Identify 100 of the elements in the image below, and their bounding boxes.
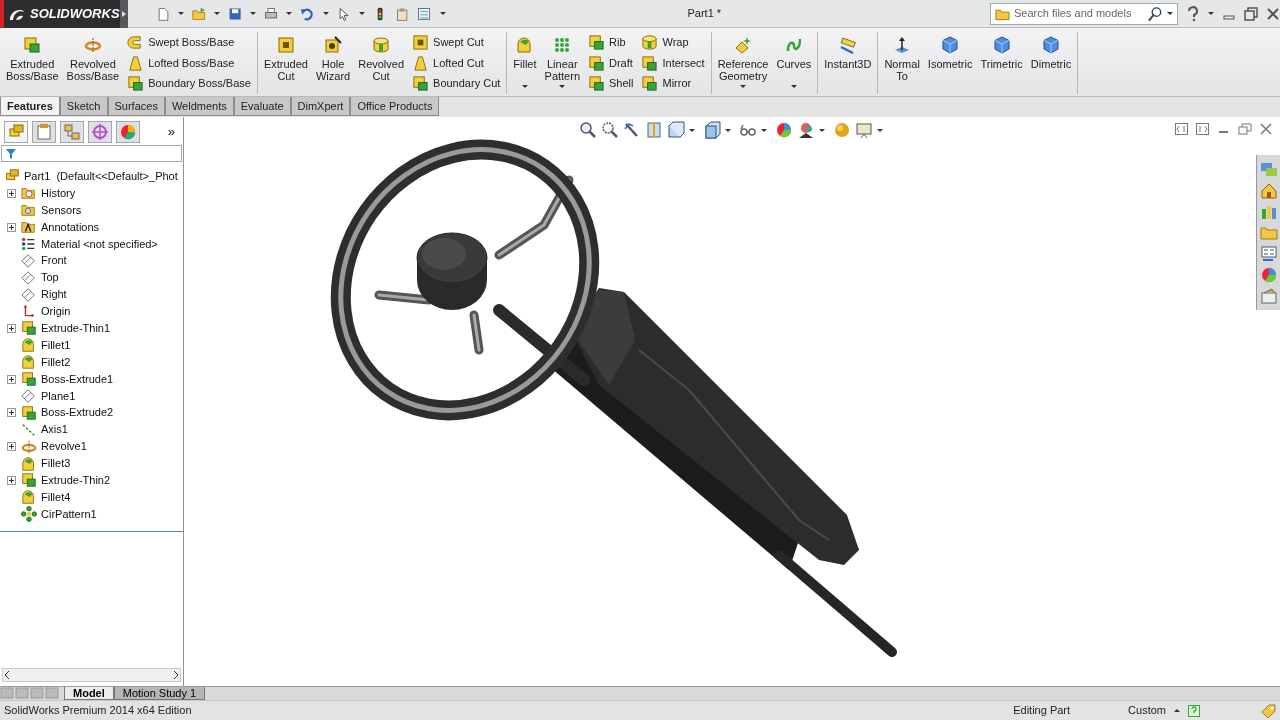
tree-item[interactable]: History <box>41 185 76 201</box>
expand-icon[interactable] <box>7 323 16 333</box>
scroll-left-icon[interactable] <box>3 670 11 680</box>
tree-item[interactable]: Extrude-Thin2 <box>41 472 111 488</box>
panel-tab[interactable] <box>88 121 112 143</box>
search-box[interactable]: Search files and models <box>990 2 1178 25</box>
more-tabs-button[interactable]: » <box>167 122 175 142</box>
help-icon[interactable] <box>1188 704 1200 717</box>
ribbon-button[interactable]: Draft <box>586 52 636 74</box>
tree-item[interactable]: Sensors <box>41 202 82 218</box>
horizontal-scrollbar[interactable] <box>2 668 181 682</box>
ribbon-button[interactable]: Normal To <box>882 32 922 92</box>
command-tab[interactable]: Evaluate <box>233 97 291 116</box>
ribbon-button[interactable]: Boundary Cut <box>410 73 503 94</box>
ribbon-button[interactable]: Reference Geometry <box>715 32 771 92</box>
ribbon-button[interactable]: Linear Pattern <box>542 32 582 92</box>
ribbon-button[interactable]: Isometric <box>925 32 975 92</box>
caret-icon[interactable] <box>725 128 731 132</box>
tree-item[interactable]: Boss-Extrude1 <box>41 371 114 387</box>
ribbon-button[interactable]: Lofted Cut <box>410 52 503 74</box>
search-field[interactable]: Search files and models <box>1014 5 1144 22</box>
ribbon-button[interactable]: Wrap <box>639 32 707 53</box>
expand-icon[interactable] <box>7 222 16 232</box>
tag-icon[interactable] <box>1260 702 1276 719</box>
tree-item[interactable]: Top <box>41 270 59 286</box>
ribbon-button[interactable]: Shell <box>586 73 636 94</box>
zoom-fit-icon[interactable] <box>579 121 597 139</box>
caret-icon[interactable] <box>177 12 184 15</box>
tree-item[interactable]: Annotations <box>41 219 100 235</box>
caret-icon[interactable] <box>521 85 528 88</box>
units-selector[interactable]: Custom <box>1128 702 1166 719</box>
panel-tab[interactable] <box>4 121 28 143</box>
display-settings-icon[interactable] <box>855 121 873 139</box>
ribbon-button[interactable]: Revolved Boss/Base <box>64 32 122 92</box>
ribbon-button[interactable]: Hole Wizard <box>313 32 353 92</box>
tree-item[interactable]: Plane1 <box>41 388 76 404</box>
tree-item[interactable]: Right <box>41 287 67 303</box>
filter-field[interactable] <box>1 145 182 162</box>
command-tab[interactable]: Surfaces <box>107 97 165 116</box>
search-icon[interactable] <box>1148 5 1163 22</box>
tree-item[interactable]: Part1 (Default<<Default>_Phot <box>4 168 183 185</box>
command-tab[interactable]: Features <box>0 97 60 116</box>
caret-icon[interactable] <box>1167 12 1173 15</box>
caret-icon[interactable] <box>214 12 220 15</box>
expand-icon[interactable] <box>7 475 16 485</box>
tree-item[interactable]: Fillet4 <box>41 489 71 505</box>
tree-item[interactable]: Axis1 <box>41 422 68 438</box>
zoom-area-icon[interactable] <box>601 121 619 139</box>
caret-icon[interactable] <box>439 12 446 15</box>
ribbon-button[interactable]: Rib <box>586 32 636 53</box>
tree-item[interactable]: Fillet1 <box>41 337 71 353</box>
command-tab[interactable]: Sketch <box>59 97 108 116</box>
tree-item[interactable]: Boss-Extrude2 <box>41 405 114 421</box>
tree-item[interactable]: Extrude-Thin1 <box>41 320 111 336</box>
ribbon-button[interactable]: Extruded Boss/Base <box>4 32 61 92</box>
tree-item[interactable]: Fillet2 <box>41 354 71 370</box>
caret-icon[interactable] <box>250 12 257 15</box>
close-icon[interactable] <box>1260 123 1272 135</box>
caret-icon[interactable] <box>790 85 797 88</box>
expand-icon[interactable] <box>7 408 16 418</box>
ribbon-button[interactable]: Trimetric <box>978 32 1025 92</box>
ribbon-button[interactable]: Extruded Cut <box>261 32 310 92</box>
command-tab[interactable]: Office Products <box>350 97 440 116</box>
ribbon-button[interactable]: Swept Cut <box>410 32 503 53</box>
caret-icon[interactable] <box>286 12 293 15</box>
tree-item[interactable]: CirPattern1 <box>41 506 97 522</box>
caret-icon[interactable] <box>740 85 747 88</box>
ribbon-button[interactable]: Dimetric <box>1028 32 1074 92</box>
ribbon-button[interactable]: Instant3D <box>822 32 874 92</box>
ribbon-button[interactable]: Swept Boss/Base <box>125 32 253 53</box>
panel-tab[interactable] <box>32 121 56 143</box>
caret-icon[interactable] <box>322 12 329 15</box>
split-view-icon[interactable] <box>1175 123 1188 135</box>
ribbon-button[interactable]: Fillet <box>511 32 539 92</box>
panel-tab[interactable] <box>60 121 84 143</box>
ribbon-button[interactable]: Lofted Boss/Base <box>125 52 253 74</box>
scene-icon[interactable] <box>797 121 815 139</box>
model-tab[interactable]: Motion Study 1 <box>113 687 206 700</box>
help-icon[interactable] <box>1186 5 1200 22</box>
scroll-right-icon[interactable] <box>172 670 180 680</box>
caret-icon[interactable] <box>358 12 365 15</box>
tree-item[interactable]: Front <box>41 253 67 269</box>
command-tab[interactable]: DimXpert <box>290 97 351 116</box>
caret-icon[interactable] <box>761 128 767 132</box>
caret-icon[interactable] <box>877 128 883 132</box>
ribbon-button[interactable]: Intersect <box>639 52 707 74</box>
tree-item[interactable]: Fillet3 <box>41 456 71 472</box>
expand-arrow-icon[interactable] <box>119 8 128 19</box>
expand-icon[interactable] <box>7 374 16 384</box>
display-style-icon[interactable] <box>703 121 721 139</box>
ribbon-button[interactable]: Revolved Cut <box>356 32 407 92</box>
ribbon-button[interactable]: Mirror <box>639 73 707 94</box>
caret-icon[interactable] <box>1174 709 1180 712</box>
caret-icon[interactable] <box>559 85 566 88</box>
restore-icon[interactable] <box>1238 123 1252 135</box>
split-view-icon[interactable] <box>1196 123 1209 135</box>
close-icon[interactable] <box>1266 6 1280 21</box>
caret-icon[interactable] <box>1208 12 1214 15</box>
expand-icon[interactable] <box>7 188 16 198</box>
view-orientation-icon[interactable] <box>667 121 685 139</box>
